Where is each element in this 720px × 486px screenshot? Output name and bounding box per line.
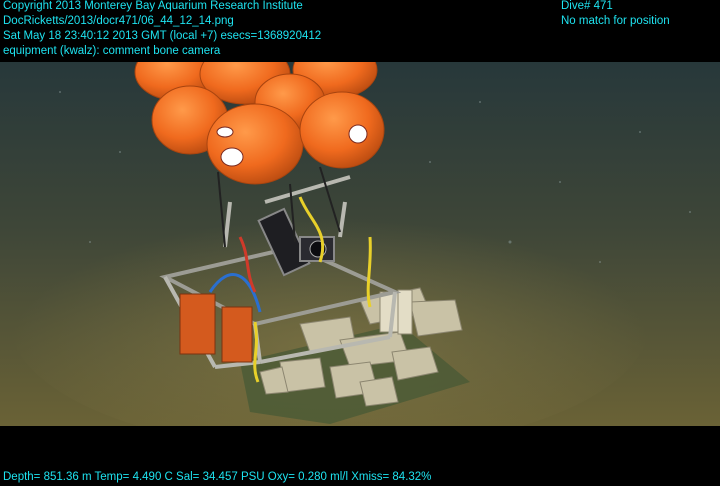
seafloor-illustration [0, 62, 720, 426]
copyright-line: Copyright 2013 Monterey Bay Aquarium Res… [3, 0, 303, 12]
sensor-readout: Depth= 851.36 m Temp= 4.490 C Sal= 34.45… [3, 471, 432, 483]
timestamp-line: Sat May 18 23:40:12 2013 GMT (local +7) … [3, 30, 322, 42]
video-frame: Copyright 2013 Monterey Bay Aquarium Res… [0, 0, 720, 486]
position-status: No match for position [561, 15, 670, 27]
file-path-line: DocRicketts/2013/docr471/06_44_12_14.png [3, 15, 234, 27]
annotation-line: equipment (kwalz): comment bone camera [3, 45, 221, 57]
overlay-header-right: Dive# 471 No match for position [561, 0, 670, 29]
overlay-header-left: Copyright 2013 Monterey Bay Aquarium Res… [3, 0, 321, 59]
seafloor-scene [0, 62, 720, 426]
dive-number: Dive# 471 [561, 0, 613, 12]
